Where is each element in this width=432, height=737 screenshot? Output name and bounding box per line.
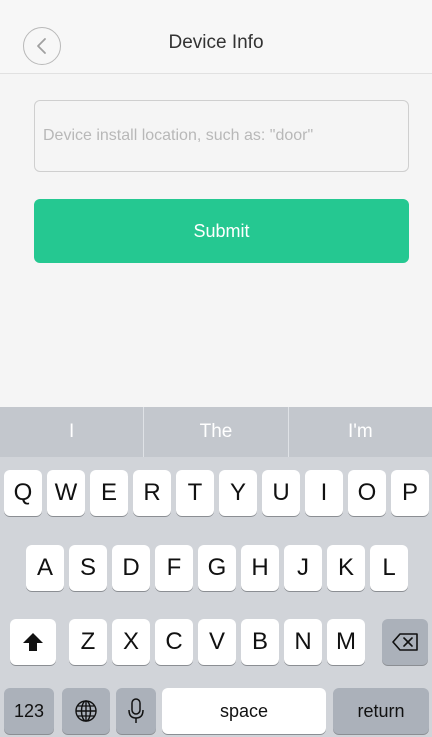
key-d[interactable]: D [112, 545, 150, 591]
key-w[interactable]: W [47, 470, 85, 516]
submit-button[interactable]: Submit [34, 199, 409, 263]
key-u[interactable]: U [262, 470, 300, 516]
key-j[interactable]: J [284, 545, 322, 591]
key-p[interactable]: P [391, 470, 429, 516]
key-h[interactable]: H [241, 545, 279, 591]
shift-arrow-icon [23, 633, 43, 651]
key-f[interactable]: F [155, 545, 193, 591]
key-m[interactable]: M [327, 619, 365, 665]
on-screen-keyboard: I The I'm Q W E R T Y U I O P A S D F G … [0, 407, 432, 737]
nav-header: Device Info [0, 0, 432, 74]
key-k[interactable]: K [327, 545, 365, 591]
backspace-icon [392, 633, 418, 651]
delete-key[interactable] [382, 619, 428, 665]
key-a[interactable]: A [26, 545, 64, 591]
key-g[interactable]: G [198, 545, 236, 591]
page-title: Device Info [168, 32, 264, 53]
device-info-screen: Device Info Submit I The I'm Q W E R T Y… [0, 0, 432, 737]
key-c[interactable]: C [155, 619, 193, 665]
key-o[interactable]: O [348, 470, 386, 516]
numbers-key[interactable]: 123 [4, 688, 54, 734]
install-location-input[interactable] [34, 100, 409, 172]
key-r[interactable]: R [133, 470, 171, 516]
predictive-bar: I The I'm [0, 407, 432, 457]
mic-key[interactable] [116, 688, 156, 734]
key-b[interactable]: B [241, 619, 279, 665]
form-area: Submit [0, 74, 432, 407]
shift-key[interactable] [10, 619, 56, 665]
globe-icon [75, 700, 97, 722]
key-q[interactable]: Q [4, 470, 42, 516]
key-s[interactable]: S [69, 545, 107, 591]
space-key[interactable]: space [162, 688, 326, 734]
key-n[interactable]: N [284, 619, 322, 665]
key-v[interactable]: V [198, 619, 236, 665]
key-e[interactable]: E [90, 470, 128, 516]
suggestion-3[interactable]: I'm [287, 407, 432, 457]
key-i[interactable]: I [305, 470, 343, 516]
suggestion-2[interactable]: The [143, 407, 287, 457]
key-x[interactable]: X [112, 619, 150, 665]
key-z[interactable]: Z [69, 619, 107, 665]
microphone-icon [128, 698, 144, 723]
globe-key[interactable] [62, 688, 110, 734]
key-t[interactable]: T [176, 470, 214, 516]
suggestion-1[interactable]: I [0, 407, 143, 457]
key-y[interactable]: Y [219, 470, 257, 516]
key-l[interactable]: L [370, 545, 408, 591]
return-key[interactable]: return [333, 688, 429, 734]
